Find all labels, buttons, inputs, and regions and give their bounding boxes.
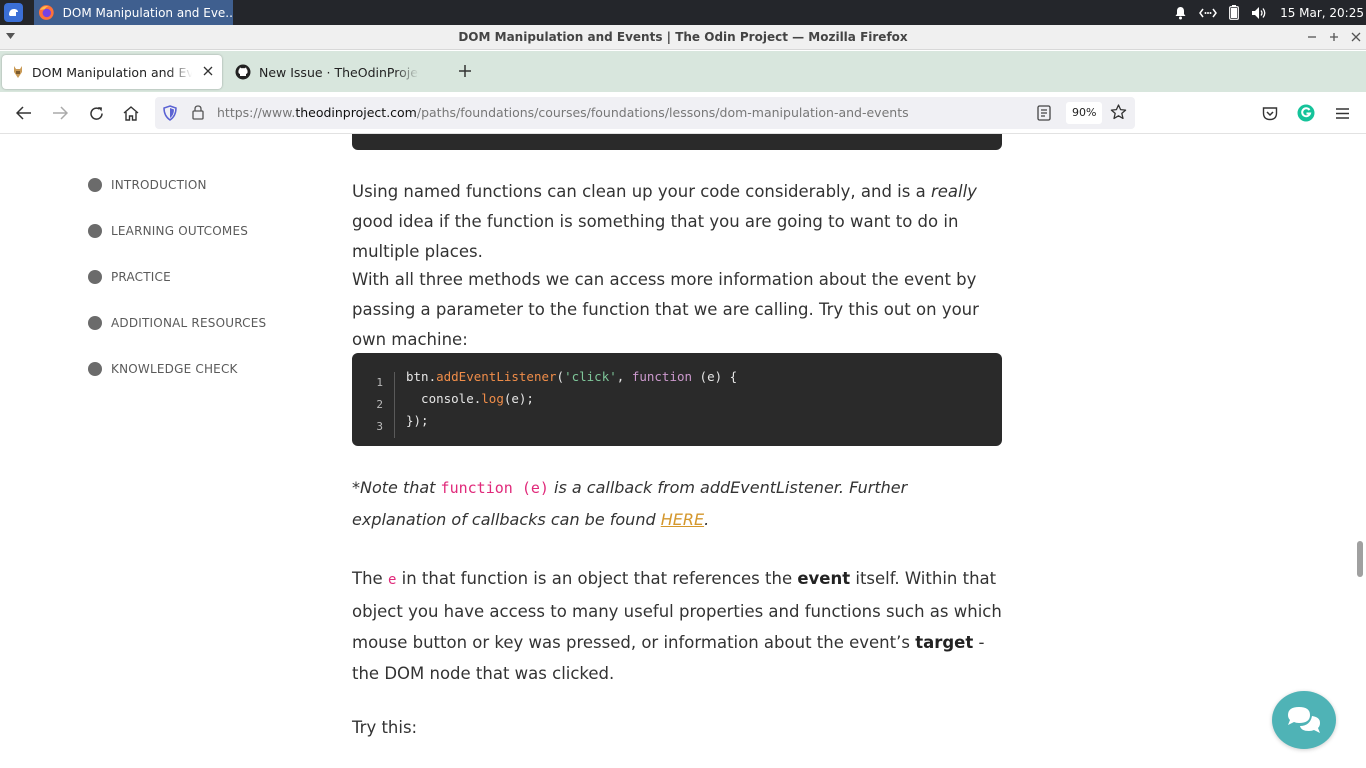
hamburger-menu-icon — [1335, 107, 1349, 119]
code-line: }); — [406, 413, 429, 428]
paragraph-event-object: The e in that function is an object that… — [352, 569, 1002, 683]
url-scheme: https://www. — [217, 105, 296, 120]
system-tray: 15 Mar, 20:25 — [1174, 0, 1366, 25]
clock[interactable]: 15 Mar, 20:25 — [1280, 6, 1364, 20]
inline-code: function (e) — [440, 479, 549, 497]
line-number: 3 — [376, 420, 383, 433]
volume-icon[interactable] — [1251, 6, 1268, 20]
page-content: INTRODUCTION LEARNING OUTCOMES PRACTICE … — [0, 134, 1352, 768]
home-icon — [123, 105, 139, 121]
tab-title: New Issue · TheOdinProject/curriculum — [259, 64, 419, 80]
sidebar-item-label: ADDITIONAL RESOURCES — [111, 316, 267, 330]
minimize-icon[interactable] — [1304, 29, 1320, 45]
os-taskbar: DOM Manipulation and Eve... 15 Mar, 20:2… — [0, 0, 1366, 25]
scrollbar-thumb[interactable] — [1357, 541, 1363, 577]
sidebar-item-label: LEARNING OUTCOMES — [111, 224, 249, 238]
url-host: theodinproject.com — [295, 105, 417, 120]
tab-strip: DOM Manipulation and Events | The Odin P… — [0, 51, 1366, 92]
chat-support-button[interactable] — [1272, 691, 1336, 749]
firefox-icon — [38, 5, 54, 20]
tracking-protection-shield-icon[interactable] — [163, 105, 177, 121]
sidebar-item-practice[interactable]: PRACTICE — [88, 270, 171, 284]
new-tab-button[interactable] — [458, 61, 472, 81]
sidebar-item-additional-resources[interactable]: ADDITIONAL RESOURCES — [88, 316, 266, 330]
arrow-left-icon — [16, 106, 31, 120]
paragraph-event-parameter: With all three methods we can access mor… — [352, 270, 979, 349]
line-number: 2 — [376, 398, 383, 411]
code-line: btn.addEventListener('click', function (… — [406, 369, 738, 384]
url-text[interactable]: https://www.theodinproject.com/paths/fou… — [217, 105, 909, 120]
notification-bell-icon[interactable] — [1174, 6, 1187, 20]
grammarly-icon — [1297, 104, 1315, 122]
code-lines: btn.addEventListener('click', function (… — [406, 366, 737, 432]
lock-icon[interactable] — [192, 105, 204, 120]
bullet-dot-icon — [88, 362, 102, 376]
plus-icon — [459, 65, 471, 77]
bullet-dot-icon — [88, 270, 102, 284]
zoom-level-button[interactable]: 90% — [1066, 102, 1103, 124]
reload-button[interactable] — [86, 103, 106, 123]
pocket-icon — [1262, 106, 1278, 120]
line-number-gutter: 1 2 3 — [352, 372, 395, 438]
callbacks-here-link[interactable]: HERE — [661, 510, 704, 529]
maximize-icon[interactable] — [1326, 29, 1342, 45]
paragraph-try-this: Try this: — [352, 718, 418, 737]
paragraph-named-functions: Using named functions can clean up your … — [352, 182, 977, 261]
page-scrollbar[interactable] — [1352, 134, 1366, 768]
app-menu-button[interactable] — [1332, 103, 1352, 123]
address-bar[interactable]: https://www.theodinproject.com/paths/fou… — [155, 97, 1135, 129]
sidebar-item-label: PRACTICE — [111, 270, 171, 284]
code-line: console.log(e); — [406, 391, 534, 406]
taskbar-firefox-task[interactable]: DOM Manipulation and Eve... — [34, 0, 233, 25]
taskbar-task-label: DOM Manipulation and Eve... — [62, 5, 233, 20]
window-titlebar: DOM Manipulation and Events | The Odin P… — [0, 25, 1366, 50]
battery-icon[interactable] — [1229, 5, 1239, 20]
bullet-dot-icon — [88, 178, 102, 192]
sidebar-item-knowledge-check[interactable]: KNOWLEDGE CHECK — [88, 362, 238, 376]
url-path: /paths/foundations/courses/foundations/l… — [416, 105, 909, 120]
callback-note: *Note that function (e) is a callback fr… — [352, 478, 908, 529]
sidebar-item-introduction[interactable]: INTRODUCTION — [88, 178, 207, 192]
pocket-button[interactable] — [1260, 103, 1280, 123]
odin-project-favicon-icon — [14, 66, 22, 78]
home-button[interactable] — [121, 103, 141, 123]
bookmark-star-icon[interactable] — [1110, 104, 1127, 120]
tab-new-issue[interactable]: New Issue · TheOdinProject/curriculum — [226, 55, 441, 89]
line-number: 1 — [376, 376, 383, 389]
tab-dom-manipulation[interactable]: DOM Manipulation and Events | The Odin P… — [2, 55, 222, 89]
navigation-toolbar: https://www.theodinproject.com/paths/fou… — [0, 92, 1366, 134]
sidebar-item-label: INTRODUCTION — [111, 178, 207, 192]
code-block[interactable]: 1 2 3 btn.addEventListener('click', func… — [352, 353, 1002, 446]
forward-button[interactable] — [50, 103, 70, 123]
sidebar-item-label: KNOWLEDGE CHECK — [111, 362, 238, 376]
app-menu-icon[interactable] — [4, 3, 23, 22]
arrow-right-icon — [53, 106, 68, 120]
github-favicon-icon — [235, 64, 251, 80]
reader-view-icon[interactable] — [1037, 105, 1051, 121]
close-window-icon[interactable] — [1348, 29, 1364, 45]
network-icon[interactable] — [1199, 7, 1217, 19]
previous-code-block — [352, 134, 1002, 150]
bullet-dot-icon — [88, 316, 102, 330]
grammarly-extension-button[interactable] — [1296, 103, 1316, 123]
reload-icon — [89, 106, 103, 120]
tab-title: DOM Manipulation and Events | The Odin P… — [32, 64, 192, 80]
tab-close-icon[interactable] — [203, 64, 213, 80]
chat-bubbles-icon — [1288, 707, 1320, 733]
window-title: DOM Manipulation and Events | The Odin P… — [458, 30, 908, 44]
sidebar-item-learning-outcomes[interactable]: LEARNING OUTCOMES — [88, 224, 248, 238]
back-button[interactable] — [14, 103, 34, 123]
bullet-dot-icon — [88, 224, 102, 238]
